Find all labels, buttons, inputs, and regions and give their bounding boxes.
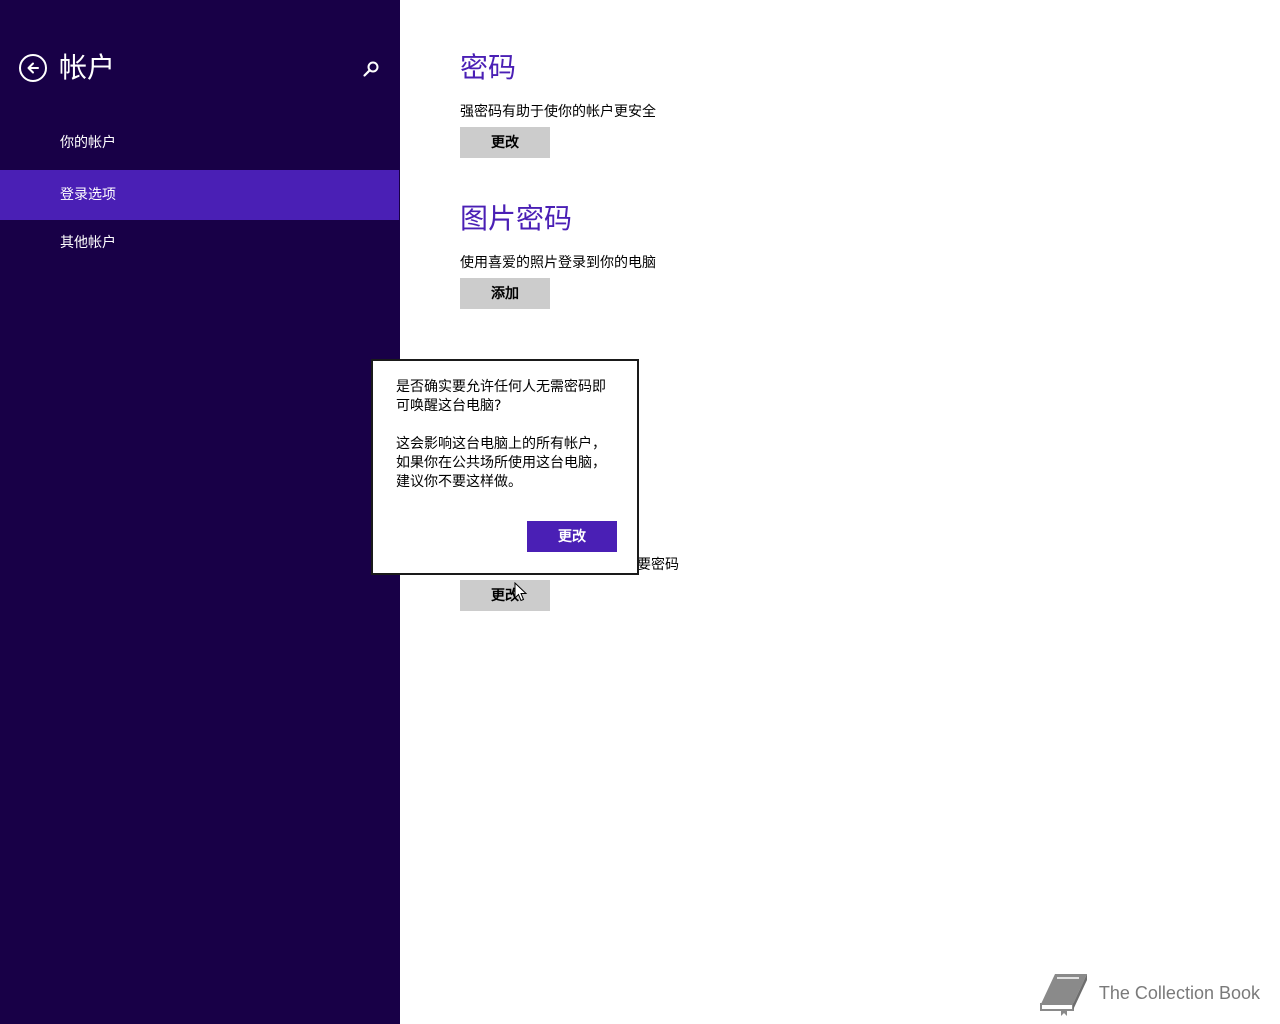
sidebar-item-label: 其他帐户 [60, 235, 116, 251]
picture-password-section-title: 图片密码 [460, 202, 573, 235]
sidebar-item-other-accounts[interactable]: 其他帐户 [0, 218, 399, 268]
confirmation-flyout: 是否确实要允许任何人无需密码即可唤醒这台电脑? 这会影响这台电脑上的所有帐户，如… [371, 359, 639, 575]
search-icon[interactable] [362, 60, 380, 78]
add-picture-password-button[interactable]: 添加 [460, 278, 550, 309]
change-password-button[interactable]: 更改 [460, 127, 550, 158]
sidebar-item-label: 你的帐户 [60, 135, 116, 151]
watermark: The Collection Book [1035, 970, 1260, 1016]
watermark-text: The Collection Book [1098, 982, 1260, 1003]
sidebar: 帐户 你的帐户 登录选项 其他帐户 [0, 0, 400, 1024]
flyout-body: 这会影响这台电脑上的所有帐户，如果你在公共场所使用这台电脑，建议你不要这样做。 [396, 436, 606, 490]
page-title: 帐户 [59, 51, 116, 84]
sidebar-item-label: 登录选项 [60, 187, 116, 203]
picture-password-description: 使用喜爱的照片登录到你的电脑 [460, 255, 656, 271]
require-password-description: 要密码 [637, 557, 679, 573]
change-require-password-button[interactable]: 更改 [460, 580, 550, 611]
flyout-question: 是否确实要允许任何人无需密码即可唤醒这台电脑? [396, 379, 606, 414]
book-icon [1039, 974, 1087, 1016]
password-section-title: 密码 [460, 51, 517, 84]
mouse-cursor-icon [514, 582, 528, 602]
password-description: 强密码有助于使你的帐户更安全 [460, 104, 656, 120]
sidebar-item-sign-in-options[interactable]: 登录选项 [0, 170, 399, 220]
sidebar-item-your-account[interactable]: 你的帐户 [0, 118, 399, 168]
confirm-change-button[interactable]: 更改 [527, 521, 617, 552]
back-arrow-icon[interactable] [19, 54, 47, 82]
